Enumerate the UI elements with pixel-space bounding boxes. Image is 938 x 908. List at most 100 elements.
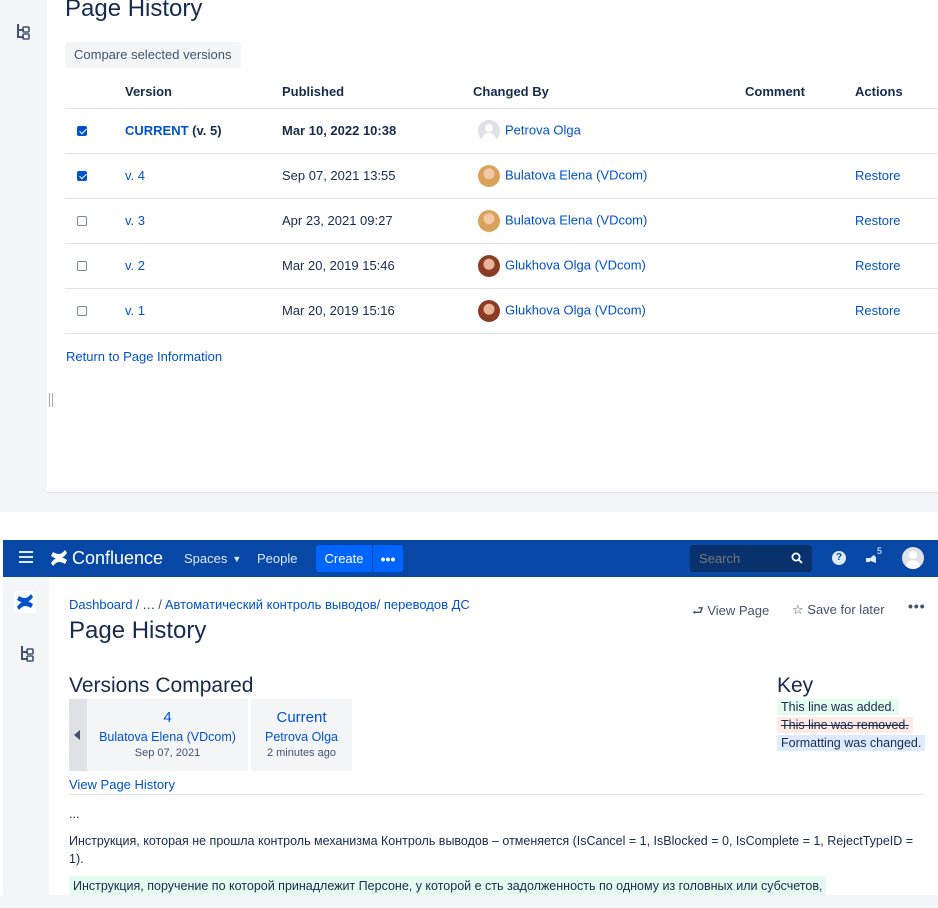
table-row: v. 2 Mar 20, 2019 15:46 Glukhova Olga (V… [65, 243, 938, 289]
author-link[interactable]: Bulatova Elena (VDcom) [505, 167, 647, 182]
restore-link[interactable] [855, 108, 938, 154]
avatar[interactable] [478, 254, 500, 277]
compared-version-left: 4 Bulatova Elena (VDcom) Sep 07, 2021 [87, 699, 248, 771]
key-removed: This line was removed. [777, 717, 913, 733]
version-link[interactable]: v. 3 [125, 213, 145, 228]
people-link[interactable]: People [257, 551, 297, 566]
breadcrumb-parent[interactable]: Автоматический контроль выводов/ перевод… [165, 597, 470, 612]
breadcrumb-separator: / [135, 597, 140, 612]
author-link[interactable]: Glukhova Olga (VDcom) [505, 302, 646, 317]
brand-name[interactable]: Confluence [72, 547, 163, 569]
view-page-label: View Page [707, 603, 770, 618]
search-icon[interactable] [791, 552, 803, 564]
breadcrumb: Dashboard /… / Автоматический контроль выво… [69, 597, 470, 612]
version-checkbox[interactable] [77, 171, 87, 181]
published-date: Apr 23, 2021 09:27 [282, 198, 473, 244]
menu-icon[interactable] [19, 551, 33, 565]
comment-cell [745, 288, 855, 334]
comment-cell [745, 153, 855, 199]
space-logo[interactable] [14, 591, 36, 613]
published-date: Mar 10, 2022 10:38 [282, 108, 473, 154]
header-select [65, 76, 125, 109]
breadcrumb-dashboard[interactable]: Dashboard [69, 597, 133, 612]
divider [69, 794, 924, 795]
version-link[interactable]: CURRENT [125, 123, 189, 138]
version-date: Sep 07, 2021 [134, 747, 201, 759]
key-heading: Key [777, 674, 814, 697]
notification-badge: 5 [873, 545, 886, 558]
breadcrumb-separator: / [158, 597, 162, 612]
header-published: Published [282, 76, 473, 109]
published-date: Mar 20, 2019 15:16 [282, 288, 473, 334]
version-date: 2 minutes ago [266, 747, 337, 759]
restore-link[interactable]: Restore [855, 243, 938, 289]
user-avatar[interactable] [902, 547, 924, 569]
comment-cell [745, 243, 855, 289]
save-for-later-button[interactable]: ☆ Save for later [792, 602, 885, 618]
version-number-link[interactable]: 4 [87, 709, 248, 727]
avatar[interactable] [478, 209, 500, 232]
restore-link[interactable]: Restore [855, 153, 938, 199]
help-icon[interactable]: ? [832, 551, 846, 565]
compared-version-right: Current Petrova Olga 2 minutes ago [251, 699, 352, 771]
author-link[interactable]: Petrova Olga [505, 122, 581, 137]
confluence-logo-icon[interactable] [50, 548, 68, 568]
view-page-history-link[interactable]: View Page History [69, 777, 175, 792]
key-changed: Formatting was changed. [777, 735, 926, 751]
back-arrow-icon: ⮐ [692, 603, 704, 618]
side-strip [0, 0, 47, 512]
table-row: CURRENT (v. 5) Mar 10, 2022 10:38 Petrov… [65, 108, 938, 154]
version-suffix: (v. 5) [188, 123, 222, 138]
author-link[interactable]: Bulatova Elena (VDcom) [505, 212, 647, 227]
page-tree-icon[interactable] [14, 22, 32, 44]
comment-cell [745, 108, 855, 154]
version-checkbox[interactable] [77, 126, 87, 136]
version-link[interactable]: v. 2 [125, 258, 145, 273]
view-page-button[interactable]: ⮐ View Page [692, 602, 769, 624]
top-navigation: Confluence Spaces ▼ People Create ••• ? 5 [3, 540, 938, 577]
window-bottom-edge [0, 895, 938, 908]
compare-window: Confluence Spaces ▼ People Create ••• ? 5 [3, 540, 938, 896]
diff-paragraph: Инструкция, которая не прошла контроль м… [69, 834, 914, 866]
resize-handle[interactable] [49, 393, 53, 407]
diff-added-paragraph: Инструкция, поручение по которой принадл… [69, 876, 827, 896]
published-date: Mar 20, 2019 15:46 [282, 243, 473, 289]
avatar[interactable] [478, 164, 500, 187]
restore-link[interactable]: Restore [855, 198, 938, 244]
table-row: v. 1 Mar 20, 2019 15:16 Glukhova Olga (V… [65, 288, 938, 334]
version-checkbox[interactable] [77, 216, 87, 226]
restore-link[interactable]: Restore [855, 288, 938, 334]
versions-compared-heading: Versions Compared [69, 674, 254, 697]
version-link[interactable]: v. 4 [125, 168, 145, 183]
version-history-table: Version Published Changed By Comment Act… [65, 76, 938, 334]
avatar[interactable] [478, 119, 500, 142]
version-checkbox[interactable] [77, 261, 87, 271]
version-author-link[interactable]: Bulatova Elena (VDcom) [87, 730, 248, 744]
return-to-page-information-link[interactable]: Return to Page Information [66, 349, 222, 364]
header-actions: Actions [855, 76, 938, 109]
header-comment: Comment [745, 76, 855, 109]
chevron-down-icon: ▼ [232, 554, 242, 564]
table-header-row: Version Published Changed By Comment Act… [65, 76, 938, 109]
header-changed-by: Changed By [473, 76, 745, 109]
version-link[interactable]: v. 1 [125, 303, 145, 318]
create-button[interactable]: Create [316, 545, 372, 572]
version-author-link[interactable]: Petrova Olga [251, 730, 352, 744]
diff-ellipsis: ... [69, 807, 80, 821]
more-actions-button[interactable]: ••• [908, 598, 926, 614]
history-panel: Page History Compare selected versions V… [0, 0, 938, 512]
header-version: Version [125, 76, 282, 109]
page-tree-icon[interactable] [18, 644, 36, 666]
star-icon: ☆ [792, 602, 804, 617]
version-number-link[interactable]: Current [251, 709, 352, 727]
breadcrumb-ellipsis[interactable]: … [142, 597, 155, 612]
save-for-later-label: Save for later [807, 602, 885, 617]
author-link[interactable]: Glukhova Olga (VDcom) [505, 257, 646, 272]
compare-versions-button[interactable]: Compare selected versions [65, 42, 241, 68]
version-checkbox[interactable] [77, 306, 87, 316]
create-more-button[interactable]: ••• [373, 545, 403, 572]
avatar[interactable] [478, 299, 500, 322]
previous-version-arrow-icon[interactable] [69, 699, 87, 771]
table-row: v. 4 Sep 07, 2021 13:55 Bulatova Elena (… [65, 153, 938, 199]
spaces-menu[interactable]: Spaces ▼ [184, 551, 241, 566]
